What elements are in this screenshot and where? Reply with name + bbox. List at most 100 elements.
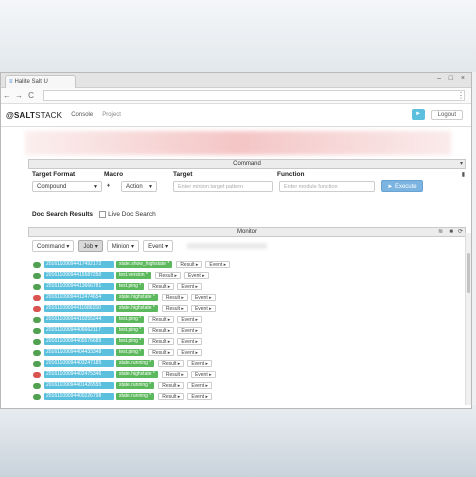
job-event-button[interactable]: Event ▸ xyxy=(177,316,203,323)
job-function-label[interactable]: state.highstate * xyxy=(116,305,158,312)
job-result-button[interactable]: Result ▸ xyxy=(161,305,188,312)
job-result-button[interactable]: Result ▸ xyxy=(148,349,175,356)
job-function-label[interactable]: test.ping * xyxy=(116,327,145,334)
job-event-button[interactable]: Event ▸ xyxy=(177,327,203,334)
job-result-button[interactable]: Result ▸ xyxy=(154,272,181,279)
job-result-button[interactable]: Result ▸ xyxy=(161,371,188,378)
user-icon[interactable]: ► xyxy=(411,109,425,120)
job-id-label[interactable]: 20161109094401426555 xyxy=(44,382,114,389)
job-id-label[interactable]: 20161109094413666781 xyxy=(44,283,114,290)
job-event-button[interactable]: Event ▸ xyxy=(183,272,209,279)
job-id-label[interactable]: 20161109094400226798 xyxy=(44,393,114,400)
browser-menu-icon[interactable]: ⋮ xyxy=(457,91,465,100)
settings-icon[interactable]: ■ xyxy=(449,228,453,236)
monitor-filter-bar: Command ▾ Job ▾ Minion ▾ Event ▾ xyxy=(32,240,268,252)
job-id-label[interactable]: 20161109094405576689 xyxy=(44,338,114,345)
job-result-button[interactable]: Result ▸ xyxy=(158,360,185,367)
job-result-button[interactable]: Result ▸ xyxy=(158,382,185,389)
job-row: 20161109094400226798 state.running * Resul… xyxy=(33,392,215,401)
target-format-select[interactable]: Compound ▼ xyxy=(32,181,102,192)
monitor-panel-header: Monitor ≋ ■ ⟳ xyxy=(28,227,466,237)
job-id-label[interactable]: 20161109094417492172 xyxy=(44,261,114,268)
job-event-button[interactable]: Event ▸ xyxy=(190,371,216,378)
command-panel-header: Command ▾ xyxy=(28,159,466,169)
vertical-scrollbar[interactable] xyxy=(465,233,471,405)
forward-icon[interactable]: → xyxy=(13,91,25,100)
job-function-label[interactable]: state.running * xyxy=(116,382,155,389)
maximize-icon[interactable]: □ xyxy=(449,75,453,82)
macro-icon: ♦ xyxy=(107,183,111,189)
execute-button[interactable]: ► Execute xyxy=(381,180,423,192)
job-row: 20161109094404433348 test.ping * Result ▸ E… xyxy=(33,348,205,357)
job-id-label[interactable]: 20161109094410255244 xyxy=(44,316,114,323)
job-id-label[interactable]: 20161109094412474654 xyxy=(44,294,114,301)
job-function-label[interactable]: state.running * xyxy=(116,393,155,400)
close-icon[interactable]: × xyxy=(461,75,465,82)
browser-tab[interactable]: ≡ Halite Salt U xyxy=(5,75,76,88)
job-event-button[interactable]: Event ▸ xyxy=(187,360,213,367)
job-row: 20161109094413666781 test.ping * Result ▸ E… xyxy=(33,282,205,291)
filter-minion-button[interactable]: Minion ▾ xyxy=(106,240,140,252)
target-label: Target xyxy=(173,171,193,178)
job-function-label[interactable]: state.show_highstate * xyxy=(116,261,173,268)
job-id-label[interactable]: 20161109094403247185 xyxy=(44,360,114,367)
filter-event-button[interactable]: Event ▾ xyxy=(143,240,174,252)
job-event-button[interactable]: Event ▸ xyxy=(177,338,203,345)
job-event-button[interactable]: Event ▸ xyxy=(187,382,213,389)
target-format-label: Target Format xyxy=(32,171,76,178)
back-icon[interactable]: ← xyxy=(1,91,13,100)
logout-button[interactable]: Logout xyxy=(430,109,463,120)
doc-search-label: Doc Search Results xyxy=(32,211,94,219)
collapse-icon[interactable]: ▾ xyxy=(460,160,463,168)
nav-console[interactable]: Console xyxy=(71,112,93,118)
job-event-button[interactable]: Event ▸ xyxy=(177,349,203,356)
macro-label: Macro xyxy=(104,171,124,178)
job-id-label[interactable]: 20161109094402475346 xyxy=(44,371,114,378)
action-select[interactable]: Action ▼ xyxy=(121,181,157,192)
job-id-label[interactable]: 20161109094406662117 xyxy=(44,327,114,334)
job-function-label[interactable]: state.highstate * xyxy=(116,294,158,301)
job-function-label[interactable]: test.version * xyxy=(116,272,151,279)
job-id-label[interactable]: 20161109094404433348 xyxy=(44,349,114,356)
favicon-icon: ≡ xyxy=(9,79,13,85)
job-event-button[interactable]: Event ▸ xyxy=(205,261,231,268)
refresh-icon[interactable]: ⟳ xyxy=(458,228,463,236)
browser-tab-bar: ≡ Halite Salt U – □ × xyxy=(1,73,471,88)
job-function-label[interactable]: test.ping * xyxy=(116,283,145,290)
job-event-button[interactable]: Event ▸ xyxy=(190,305,216,312)
job-function-label[interactable]: test.ping * xyxy=(116,338,145,345)
job-id-label[interactable]: 20161109094411686150 xyxy=(44,305,114,312)
job-result-button[interactable]: Result ▸ xyxy=(158,393,185,400)
live-doc-search-checkbox[interactable] xyxy=(99,211,107,218)
job-result-button[interactable]: Result ▸ xyxy=(161,294,188,301)
job-function-label[interactable]: state.running * xyxy=(116,360,155,367)
job-id-label[interactable]: 20161109094415587250 xyxy=(44,272,114,279)
job-event-button[interactable]: Event ▸ xyxy=(190,294,216,301)
job-event-button[interactable]: Event ▸ xyxy=(177,283,203,290)
target-input[interactable]: Enter minion target pattern xyxy=(173,181,273,192)
job-result-button[interactable]: Result ▸ xyxy=(148,338,175,345)
filter-job-button[interactable]: Job ▾ xyxy=(78,240,103,252)
job-result-button[interactable]: Result ▸ xyxy=(176,261,203,268)
filter-command-button[interactable]: Command ▾ xyxy=(32,240,75,252)
rss-icon[interactable]: ≋ xyxy=(438,228,443,236)
job-result-button[interactable]: Result ▸ xyxy=(148,316,175,323)
job-function-label[interactable]: state.highstate * xyxy=(116,371,158,378)
job-status-icon xyxy=(33,338,41,345)
job-event-button[interactable]: Event ▸ xyxy=(187,393,213,400)
nav-project[interactable]: Project xyxy=(102,112,121,118)
job-result-button[interactable]: Result ▸ xyxy=(148,327,175,334)
job-row: 20161109094405576689 test.ping * Result ▸ E… xyxy=(33,337,205,346)
book-icon[interactable]: ▮ xyxy=(462,171,465,178)
job-status-icon xyxy=(33,261,41,268)
job-status-icon xyxy=(33,360,41,367)
minimize-icon[interactable]: – xyxy=(437,75,441,82)
job-function-label[interactable]: test.ping * xyxy=(116,349,145,356)
url-input[interactable] xyxy=(43,90,465,101)
job-status-icon xyxy=(33,305,41,312)
job-function-label[interactable]: test.ping * xyxy=(116,316,145,323)
reload-icon[interactable]: C xyxy=(25,91,37,100)
function-input[interactable]: Enter module function xyxy=(279,181,375,192)
job-status-icon xyxy=(33,316,41,323)
job-result-button[interactable]: Result ▸ xyxy=(148,283,175,290)
